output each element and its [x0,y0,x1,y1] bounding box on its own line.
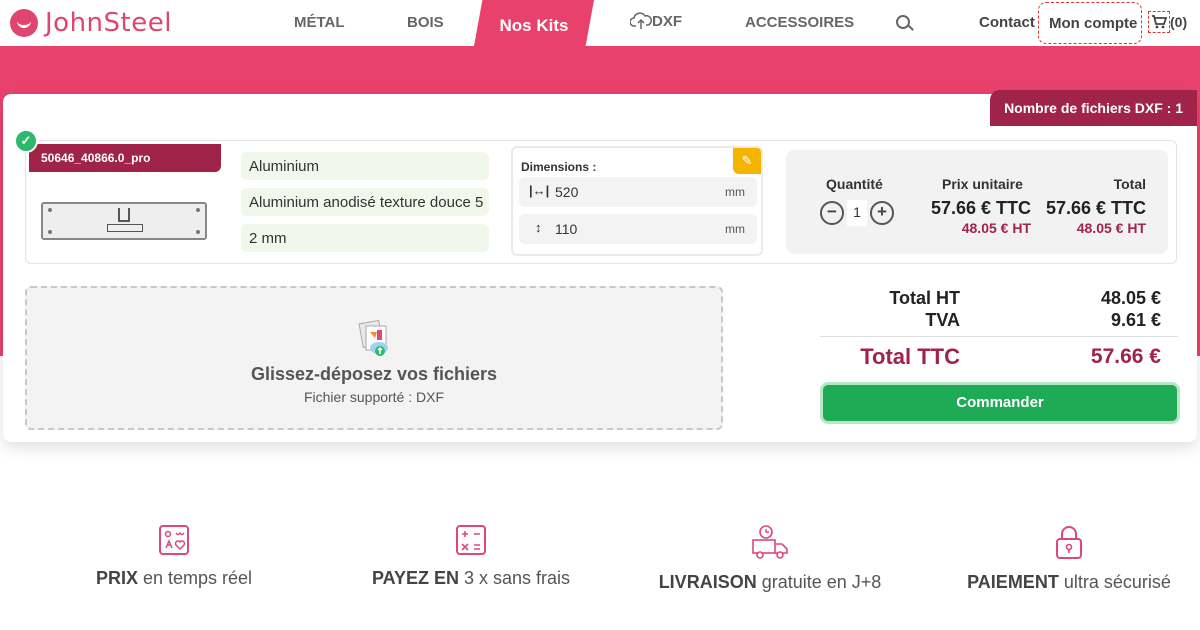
tva-value: 9.61 € [1110,310,1161,330]
material-field[interactable]: Aluminium [241,152,489,180]
feature-delivery-rest: gratuite en J+8 [756,572,882,592]
height-icon: ↕ [535,220,542,235]
unit-price-ttc: 57.66 € TTC [930,198,1031,218]
check-icon: ✓ [14,129,38,153]
quantity-stepper: − 1 + [820,200,894,226]
width-field[interactable]: |↔| 520 mm [519,177,757,207]
total-ttc-label: Total TTC [860,344,960,369]
total-label: Total [1113,176,1146,192]
part-shape-icon [118,208,130,222]
dropzone-subtitle: Fichier supporté : DXF [303,389,445,405]
feature-price: PRIX en temps réel [44,524,304,589]
thickness-field[interactable]: 2 mm [241,224,489,252]
finish-field[interactable]: Aluminium anodisé texture douce 5 [241,188,489,216]
file-dropzone[interactable]: Glissez-déposez vos fichiers Fichier sup… [25,286,723,430]
pencil-icon: ✎ [741,153,753,168]
cart-link[interactable]: (0) [1148,11,1187,33]
dxf-file-count-badge: Nombre de fichiers DXF : 1 [990,90,1197,126]
price-calculator-icon [159,525,189,555]
feature-payment-plan-text: PAYEZ EN 3 x sans frais [341,568,601,589]
nav-item-dxf[interactable]: DXF [630,12,682,30]
nav-item-metal[interactable]: MÉTAL [294,14,345,31]
feature-secure-payment-bold: PAIEMENT [967,572,1059,592]
cart-icon [1148,11,1170,33]
width-icon: |↔| [529,183,550,198]
height-field[interactable]: ↕ 110 mm [519,214,757,244]
top-nav: JohnSteel MÉTAL BOIS Nos Kits DXF ACCESS… [0,0,1200,46]
cloud-upload-icon [630,12,652,29]
logo-mark-icon [10,9,38,37]
total-ttc: 57.66 € TTC [1045,198,1146,218]
hole-icon [196,230,200,234]
edit-dimensions-button[interactable]: ✎ [733,148,761,174]
width-value: 520 [555,184,579,200]
logo[interactable]: JohnSteel [10,8,172,38]
feature-price-bold: PRIX [95,568,138,588]
feature-secure-payment: PAIEMENT ultra sécurisé [939,524,1199,593]
upload-files-icon [358,319,388,356]
feature-price-text: PRIX en temps réel [44,568,304,589]
dropzone-title: Glissez-déposez vos fichiers [250,364,498,384]
search-icon[interactable] [896,15,910,29]
feature-secure-payment-text: PAIEMENT ultra sécurisé [939,572,1199,593]
part-thumbnail[interactable] [41,202,207,240]
total-ttc-value: 57.66 € [1090,345,1161,368]
width-unit: mm [725,185,745,199]
dimensions-panel: Dimensions : ✎ |↔| 520 mm ↕ 110 mm [511,146,763,256]
file-name-tag: 50646_40866.0_pro [29,144,221,172]
dimensions-title: Dimensions : [521,160,597,174]
nav-item-bois[interactable]: BOIS [407,14,444,31]
calculator-icon [456,525,486,555]
decrease-quantity-button[interactable]: − [820,201,844,225]
tva-label: TVA [925,310,960,330]
nav-item-dxf-label: DXF [652,12,682,30]
configurator-card: Nombre de fichiers DXF : 1 ✓ 50646_40866… [3,90,1197,442]
price-panel: Quantité − 1 + Prix unitaire 57.66 € TTC… [786,150,1168,254]
feature-payment-plan-bold: PAYEZ EN [371,568,459,588]
feature-delivery-text: LIVRAISON gratuite en J+8 [640,572,900,593]
feature-price-rest: en temps réel [137,568,253,588]
hole-icon [48,208,52,212]
feature-delivery: LIVRAISON gratuite en J+8 [640,524,900,593]
height-unit: mm [725,222,745,236]
height-value: 110 [555,221,578,237]
increase-quantity-button[interactable]: + [870,201,894,225]
feature-delivery-bold: LIVRAISON [658,572,757,592]
part-engraving [107,224,143,232]
feature-secure-payment-rest: ultra sécurisé [1058,572,1171,592]
quantity-label: Quantité [826,176,883,192]
quantity-input[interactable]: 1 [847,200,867,226]
cart-count: (0) [1170,14,1188,30]
feature-payment-plan: PAYEZ EN 3 x sans frais [341,524,601,589]
logo-text: JohnSteel [45,8,172,38]
nav-item-nos-kits[interactable]: Nos Kits [474,0,594,46]
unit-price-ht: 48.05 € HT [961,220,1031,236]
feature-payment-plan-rest: 3 x sans frais [458,568,571,588]
delivery-truck-icon [752,525,788,559]
totals-divider [820,336,1178,337]
hole-icon [196,208,200,212]
nav-item-nos-kits-label: Nos Kits [499,16,569,35]
account-link[interactable]: Mon compte [1038,2,1142,44]
nav-item-accessoires[interactable]: ACCESSOIRES [745,14,854,31]
hole-icon [48,230,52,234]
nav-contact[interactable]: Contact [979,14,1035,31]
lock-icon [1056,526,1082,559]
order-button[interactable]: Commander [820,382,1180,424]
total-ht: 48.05 € HT [1076,220,1146,236]
total-ht-label: Total HT [889,288,960,308]
total-ht-value: 48.05 € [1100,288,1161,308]
unit-price-label: Prix unitaire [942,176,1023,192]
